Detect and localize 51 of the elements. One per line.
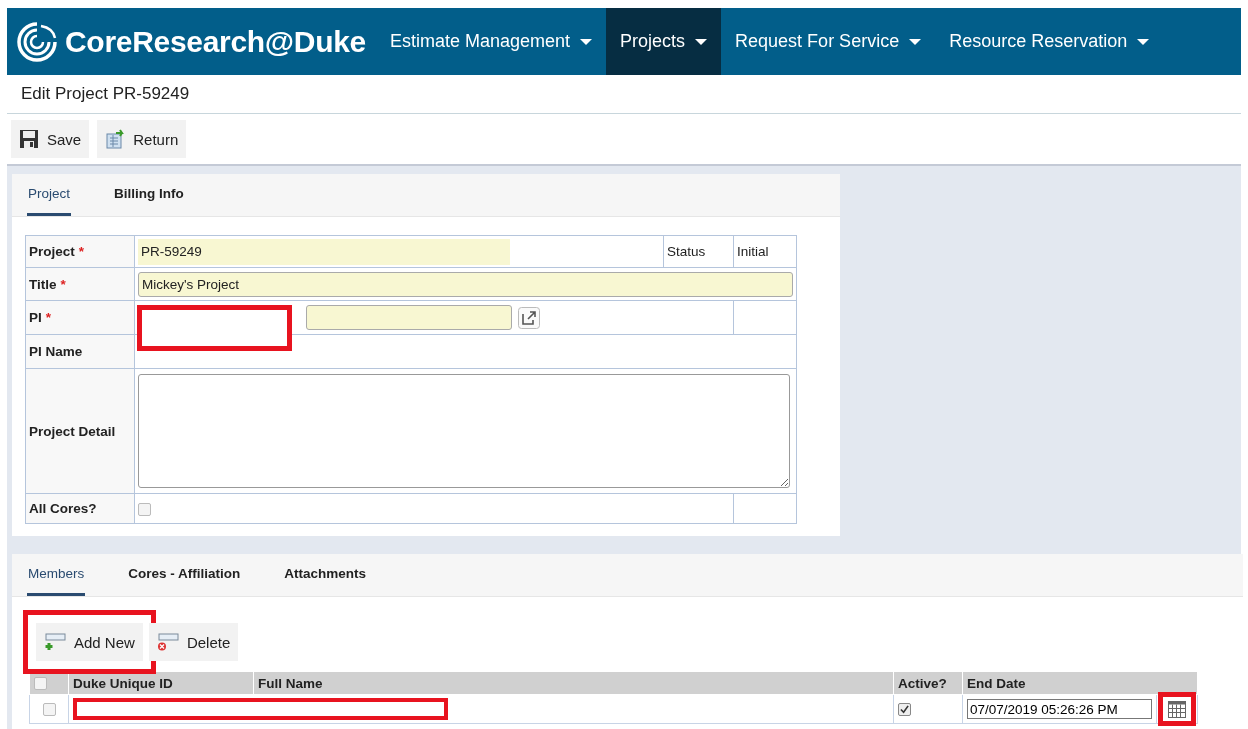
required-asterisk: * <box>60 276 66 292</box>
check-icon <box>900 705 909 715</box>
project-detail-textarea[interactable] <box>138 374 790 488</box>
field-label: Project <box>29 244 75 259</box>
end-date-field[interactable]: 07/07/2019 05:26:26 PM <box>967 699 1152 719</box>
checkbox[interactable] <box>138 503 151 517</box>
column-header: Duke Unique ID <box>73 675 173 691</box>
caret-icon <box>909 38 922 45</box>
nav-menu-item[interactable]: Request For Service <box>721 8 936 75</box>
nav-menu-item[interactable]: Estimate Management <box>375 8 607 75</box>
delete-button[interactable]: Delete <box>148 623 239 661</box>
sheet-arrow-icon <box>105 129 126 149</box>
calendar-icon <box>1167 699 1187 719</box>
tab[interactable]: Members <box>27 554 86 596</box>
column-header: End Date <box>967 675 1026 691</box>
required-asterisk: * <box>45 310 52 325</box>
title-field[interactable]: Mickey's Project <box>138 271 793 297</box>
logo-text[interactable]: CoreResearch@Duke <box>65 24 366 59</box>
pi-field[interactable] <box>306 305 512 330</box>
nav-menu-item[interactable]: Projects <box>606 8 722 75</box>
caret-icon <box>580 38 593 45</box>
tab[interactable]: Project <box>27 174 72 216</box>
project-field[interactable]: PR-59249 <box>138 238 510 265</box>
field-label: PI Name <box>29 344 83 359</box>
select-all-checkbox[interactable] <box>34 677 47 691</box>
field-label: Project Detail <box>29 423 116 439</box>
external-link-icon[interactable] <box>518 306 540 329</box>
nav-menu-item[interactable]: Resource Reservation <box>935 8 1164 75</box>
field-label: PI <box>29 310 42 325</box>
delete-row-icon <box>156 632 179 652</box>
column-header: Full Name <box>258 675 323 691</box>
field-label: Status <box>667 244 706 259</box>
add-new-button[interactable]: Add New <box>36 623 143 661</box>
caret-icon <box>695 38 708 45</box>
caret-icon <box>1137 38 1150 45</box>
row-checkbox[interactable] <box>42 703 56 717</box>
calendar-button[interactable] <box>1161 695 1193 723</box>
add-row-icon <box>44 632 66 652</box>
swirl-logo-icon <box>15 19 59 64</box>
return-button[interactable]: Return <box>97 120 187 158</box>
save-button[interactable]: Save <box>11 120 90 158</box>
tab[interactable]: Billing Info <box>113 174 185 216</box>
field-label: All Cores? <box>29 501 97 516</box>
required-asterisk: * <box>78 244 85 259</box>
page-title: Edit Project PR-59249 <box>21 84 190 104</box>
tab[interactable]: Attachments <box>283 554 368 596</box>
field-label: Title <box>29 276 57 292</box>
active-checkbox[interactable] <box>898 703 911 717</box>
tab[interactable]: Cores - Affiliation <box>127 554 242 596</box>
status-value: Initial <box>737 244 769 259</box>
column-header: Active? <box>898 675 947 691</box>
